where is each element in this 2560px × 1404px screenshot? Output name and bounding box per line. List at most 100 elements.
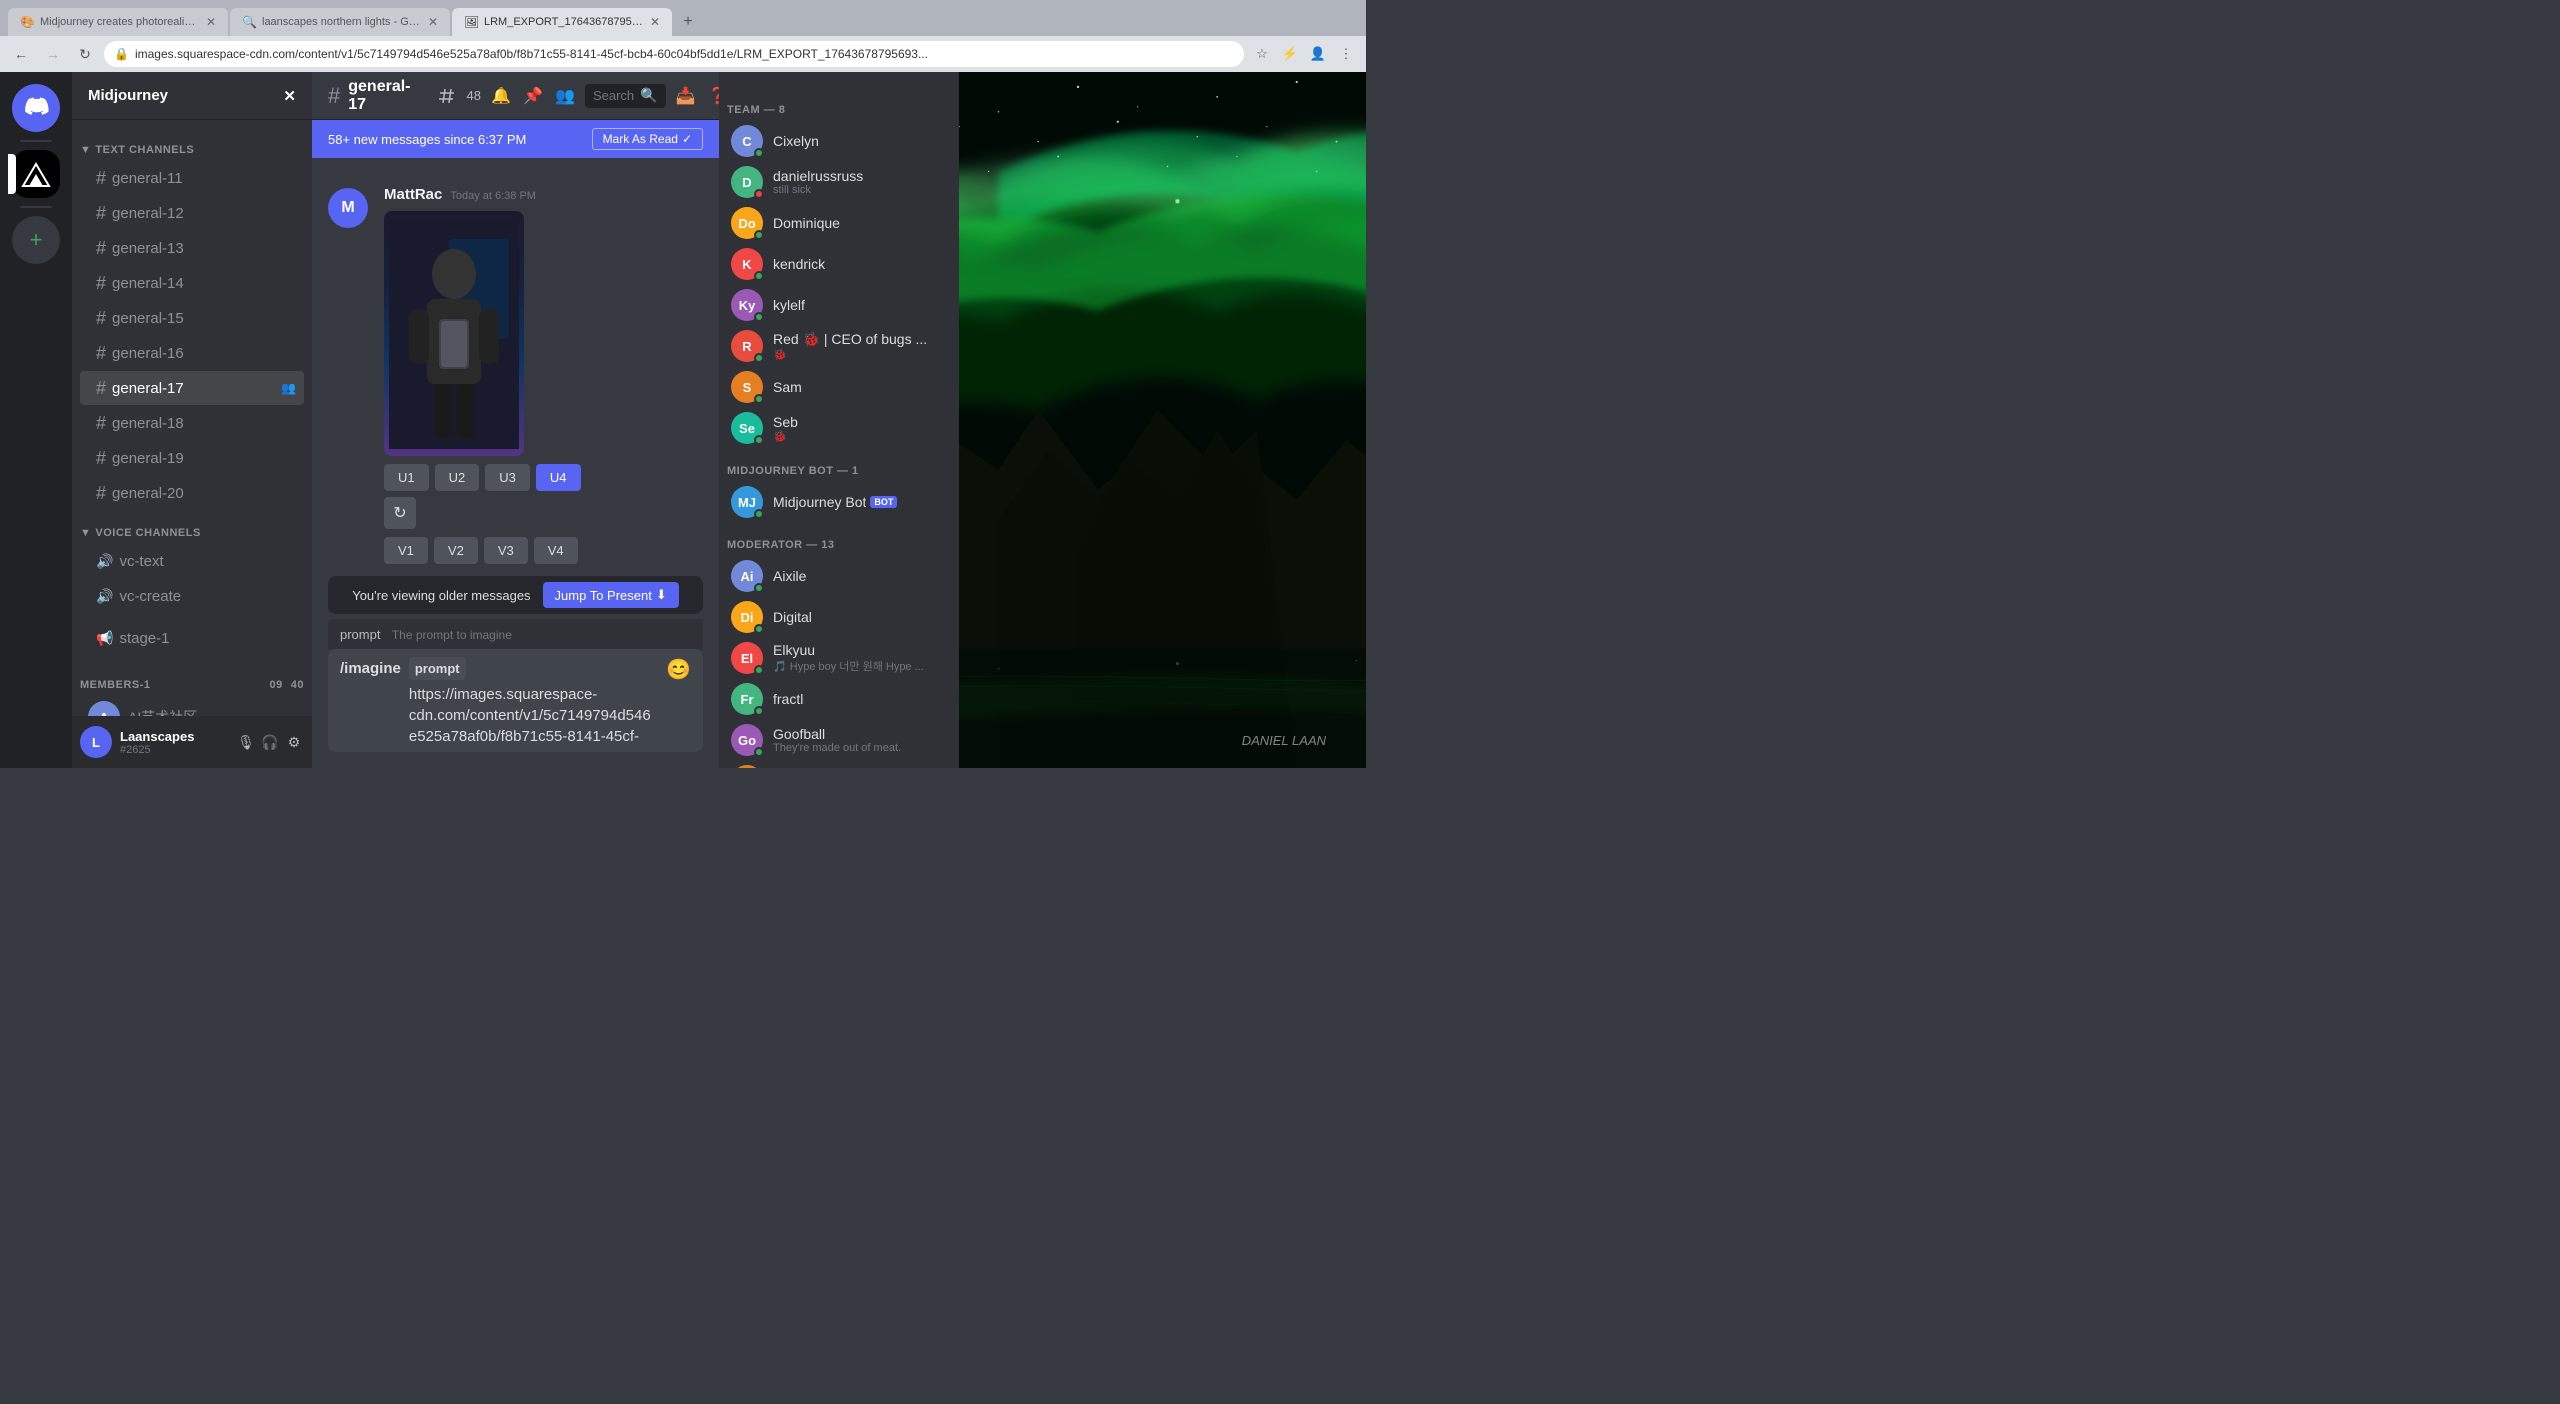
member-row-aixile[interactable]: Ai Aixile <box>723 556 955 596</box>
voice-channels-label: VOICE CHANNELS <box>95 527 200 539</box>
messages-container[interactable]: M MattRac Today at 6:38 PM <box>312 166 719 619</box>
member-ai-community[interactable]: A AI艺术社区 <box>80 696 304 716</box>
channel-vc-create[interactable]: 🔊 vc-create <box>80 579 304 613</box>
member-counts: 09 40 <box>270 679 305 691</box>
channel-name: vc-text <box>119 553 296 570</box>
extensions-icon[interactable]: ⚡ <box>1278 42 1302 66</box>
channel-hash-icon: # <box>96 273 106 294</box>
member-row-sam[interactable]: S Sam <box>723 367 955 407</box>
member-row-digital[interactable]: Di Digital <box>723 597 955 637</box>
refresh-button[interactable]: ↻ <box>384 497 416 529</box>
user-panel-name: Laanscapes <box>120 729 228 744</box>
bell-icon[interactable]: 🔔 <box>489 84 513 108</box>
channel-general-20[interactable]: # general-20 <box>80 476 304 510</box>
prompt-label: prompt <box>340 627 380 642</box>
online-indicator <box>754 312 764 322</box>
member-row-danielruss[interactable]: D danielrussruss still sick <box>723 162 955 202</box>
tab3-title: LRM_EXPORT_17643678795693... <box>484 16 644 28</box>
user-settings-button[interactable]: ⚙ <box>284 732 304 752</box>
channel-stage-1[interactable]: 📢 stage-1 <box>80 621 304 655</box>
channel-general-18[interactable]: # general-18 <box>80 406 304 440</box>
server-header[interactable]: Midjourney ✕ <box>72 72 312 120</box>
address-bar[interactable]: 🔒 images.squarespace-cdn.com/content/v1/… <box>104 41 1244 67</box>
guild-separator <box>20 140 52 142</box>
member-row-kendrick[interactable]: K kendrick <box>723 244 955 284</box>
members-1-category[interactable]: members-1 09 40 <box>72 663 312 695</box>
channel-name: general-11 <box>112 170 296 187</box>
u2-button[interactable]: U2 <box>435 464 480 491</box>
message-author[interactable]: MattRac <box>384 186 442 203</box>
u1-button[interactable]: U1 <box>384 464 429 491</box>
reload-button[interactable]: ↻ <box>72 41 98 67</box>
channel-general-13[interactable]: # general-13 <box>80 231 304 265</box>
bookmark-icon[interactable]: ☆ <box>1250 42 1274 66</box>
channel-name: general-16 <box>112 345 296 362</box>
voice-channels-chevron: ▼ <box>80 527 91 539</box>
guild-midjourney[interactable] <box>12 150 60 198</box>
member-row-dominique[interactable]: Do Dominique <box>723 203 955 243</box>
channel-vc-text[interactable]: 🔊 vc-text <box>80 544 304 578</box>
members-icon[interactable]: 👥 <box>553 84 577 108</box>
v3-button[interactable]: V3 <box>484 537 528 564</box>
member-row-red-ceo[interactable]: R Red 🐞 | CEO of bugs ... 🐞 <box>723 326 955 366</box>
channel-general-14[interactable]: # general-14 <box>80 266 304 300</box>
tab1-close[interactable]: ✕ <box>206 15 216 29</box>
tab2-close[interactable]: ✕ <box>428 15 438 29</box>
member-row-kylelf[interactable]: Ky kylelf <box>723 285 955 325</box>
pin-icon[interactable]: 📌 <box>521 84 545 108</box>
tab3-close[interactable]: ✕ <box>650 15 660 29</box>
text-channels-category[interactable]: ▼ TEXT CHANNELS <box>72 128 312 160</box>
jump-to-present-button[interactable]: Jump To Present ⬇ <box>543 582 679 608</box>
u4-button[interactable]: U4 <box>536 464 581 491</box>
online-indicator <box>754 706 764 716</box>
new-tab-button[interactable]: + <box>674 8 702 36</box>
inbox-icon[interactable]: 📥 <box>674 84 698 108</box>
emoji-button[interactable]: 😊 <box>666 657 691 682</box>
message-image-person[interactable] <box>384 211 524 456</box>
member-row-status: They're made out of meat. <box>773 742 947 754</box>
refresh-area: ↻ <box>384 497 703 529</box>
channel-general-19[interactable]: # general-19 <box>80 441 304 475</box>
v4-button[interactable]: V4 <box>534 537 578 564</box>
forward-button[interactable]: → <box>40 41 66 67</box>
channel-general-17[interactable]: # general-17 👥 <box>80 371 304 405</box>
member-row-mjbot[interactable]: MJ Midjourney Bot BOT <box>723 482 955 522</box>
member-row-seb[interactable]: Se Seb 🐞 <box>723 408 955 448</box>
mark-as-read-label: Mark As Read <box>603 132 678 146</box>
member-row-fractl[interactable]: Fr fractl <box>723 679 955 719</box>
mark-as-read-button[interactable]: Mark As Read ✓ <box>592 128 703 150</box>
browser-tab-2[interactable]: 🔍 laanscapes northern lights - Goo... ✕ <box>230 8 450 36</box>
member-row-name: Red 🐞 | CEO of bugs ... <box>773 331 947 348</box>
member-row-avatar: MJ <box>731 486 763 518</box>
chat-area: # general-17 48 🔔 📌 👥 Search 🔍 📥 ❓ <box>312 72 719 768</box>
member-row-jayscott[interactable]: Ja jayscott <box>723 761 955 768</box>
back-button[interactable]: ← <box>8 41 34 67</box>
member-row-avatar: Di <box>731 601 763 633</box>
discord-home-button[interactable] <box>12 84 60 132</box>
browser-tab-1[interactable]: 🎨 Midjourney creates photorealistic... ✕ <box>8 8 228 36</box>
channel-general-15[interactable]: # general-15 <box>80 301 304 335</box>
viewing-older-banner: You're viewing older messages Jump To Pr… <box>328 576 703 614</box>
member-row-elkyuu[interactable]: El Elkyuu 🎵 Hype boy 너만 원해 Hype ... <box>723 638 955 678</box>
menu-icon[interactable]: ⋮ <box>1334 42 1358 66</box>
voice-channels-category[interactable]: ▼ VOICE CHANNELS <box>72 511 312 543</box>
profile-icon[interactable]: 👤 <box>1306 42 1330 66</box>
member-row-cixelyn[interactable]: C Cixelyn <box>723 121 955 161</box>
message-avatar[interactable]: M <box>328 188 368 228</box>
search-box[interactable]: Search 🔍 <box>585 84 666 108</box>
u-buttons: U1 U2 U3 U4 <box>384 464 703 491</box>
channel-general-16[interactable]: # general-16 <box>80 336 304 370</box>
browser-tab-3[interactable]: 🖼 LRM_EXPORT_17643678795693... ✕ <box>452 8 672 36</box>
prompt-input[interactable]: https://images.squarespace-cdn.com/conte… <box>409 684 658 744</box>
add-server-button[interactable]: + <box>12 216 60 264</box>
member-row-avatar: Se <box>731 412 763 444</box>
v2-button[interactable]: V2 <box>434 537 478 564</box>
u3-button[interactable]: U3 <box>485 464 530 491</box>
member-row-goofball[interactable]: Go Goofball They're made out of meat. <box>723 720 955 760</box>
member-row-name: kylelf <box>773 297 947 313</box>
user-mic-button[interactable]: 🎙 <box>236 732 256 752</box>
channel-general-11[interactable]: # general-11 <box>80 161 304 195</box>
channel-general-12[interactable]: # general-12 <box>80 196 304 230</box>
v1-button[interactable]: V1 <box>384 537 428 564</box>
user-headphones-button[interactable]: 🎧 <box>260 732 280 752</box>
